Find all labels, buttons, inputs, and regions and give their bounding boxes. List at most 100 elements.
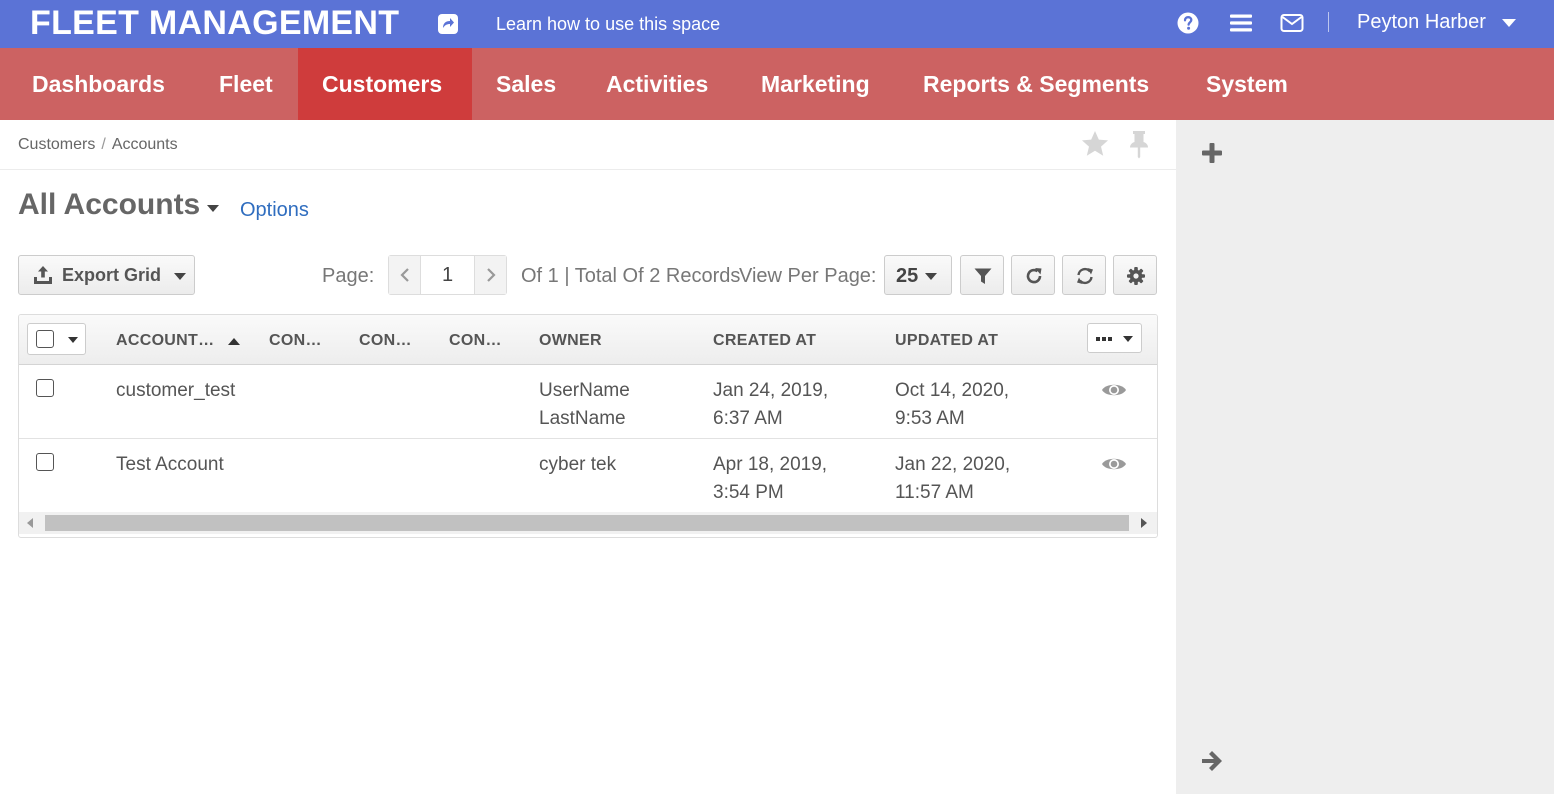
breadcrumb-customers[interactable]: Customers xyxy=(18,136,95,153)
caret-down-icon xyxy=(1123,336,1133,342)
chevron-right-icon xyxy=(487,268,496,282)
breadcrumb-divider xyxy=(0,169,1176,170)
filter-button[interactable] xyxy=(960,255,1004,295)
gear-icon xyxy=(1127,267,1145,285)
pagination xyxy=(388,255,507,295)
grid-header: ACCOUNT… CON… CON… CON… OWNER CREATED AT… xyxy=(19,315,1157,365)
created-date: Apr 18, 2019, xyxy=(713,454,828,475)
breadcrumb-accounts: Accounts xyxy=(111,136,178,153)
chevron-left-icon xyxy=(400,268,409,282)
page-title[interactable]: All Accounts xyxy=(18,188,200,222)
arrow-right-icon[interactable] xyxy=(1199,749,1225,773)
caret-down-icon[interactable] xyxy=(1502,19,1516,27)
created-time: 3:54 PM xyxy=(713,482,784,503)
reset-sync-icon xyxy=(1077,267,1093,285)
owner-second-line: LastName xyxy=(539,408,626,429)
nav-item-customers[interactable]: Customers xyxy=(298,48,472,120)
caret-down-icon xyxy=(174,273,186,280)
per-page-label: View Per Page: xyxy=(739,265,877,287)
nav-item-system[interactable]: System xyxy=(1182,48,1312,120)
nav-item-fleet[interactable]: Fleet xyxy=(195,48,297,120)
horizontal-scrollbar[interactable] xyxy=(19,512,1157,534)
top-header-bar: FLEET MANAGEMENT Learn how to use this s… xyxy=(0,0,1554,48)
created-time: 6:37 AM xyxy=(713,408,783,429)
next-page-button[interactable] xyxy=(474,256,506,294)
plus-icon[interactable] xyxy=(1200,141,1224,165)
caret-down-icon[interactable] xyxy=(207,205,219,212)
export-grid-button[interactable]: Export Grid xyxy=(18,255,195,295)
scrollbar-thumb[interactable] xyxy=(45,515,1129,531)
nav-item-reports-segments[interactable]: Reports & Segments xyxy=(899,48,1173,120)
cell-created-at: Apr 18, 2019, 3:54 PM xyxy=(713,451,827,507)
cell-updated-at: Oct 14, 2020, 9:53 AM xyxy=(895,377,1009,433)
column-header-account[interactable]: ACCOUNT… xyxy=(116,332,214,350)
updated-time: 9:53 AM xyxy=(895,408,965,429)
column-header-contact-2[interactable]: CON… xyxy=(359,332,412,350)
column-header-updated-at[interactable]: UPDATED AT xyxy=(895,332,998,350)
caret-down-icon[interactable] xyxy=(68,337,78,343)
user-menu[interactable]: Peyton Harber xyxy=(1357,11,1486,34)
export-grid-label: Export Grid xyxy=(62,265,162,285)
reset-button[interactable] xyxy=(1062,255,1106,295)
updated-date: Oct 14, 2020, xyxy=(895,380,1010,401)
nav-item-activities[interactable]: Activities xyxy=(582,48,732,120)
star-icon[interactable] xyxy=(1080,129,1110,159)
column-header-contact-1[interactable]: CON… xyxy=(269,332,322,350)
owner-first-line: cyber tek xyxy=(539,454,617,475)
nav-item-marketing[interactable]: Marketing xyxy=(737,48,894,120)
row-checkbox[interactable] xyxy=(36,453,54,471)
cell-owner: cyber tek xyxy=(539,451,616,479)
cell-account-name: Test Account xyxy=(116,454,224,475)
options-link[interactable]: Options xyxy=(240,199,309,222)
learn-space-link[interactable]: Learn how to use this space xyxy=(496,14,720,35)
refresh-button[interactable] xyxy=(1011,255,1055,295)
main-nav: Dashboards Fleet Customers Sales Activit… xyxy=(0,48,1554,120)
column-header-owner[interactable]: OWNER xyxy=(539,332,602,350)
share-square-icon[interactable] xyxy=(437,13,459,35)
breadcrumb-separator: / xyxy=(101,136,106,153)
accounts-grid: ACCOUNT… CON… CON… CON… OWNER CREATED AT… xyxy=(18,314,1158,538)
mass-select-dropdown[interactable] xyxy=(27,323,86,355)
ellipsis-icon xyxy=(1096,337,1112,341)
upload-icon xyxy=(34,266,52,284)
scroll-left-arrow-icon[interactable] xyxy=(27,518,33,528)
table-row[interactable]: Test Account cyber tek Apr 18, 2019, 3:5… xyxy=(19,439,1157,513)
refresh-icon xyxy=(1026,268,1042,284)
cell-updated-at: Jan 22, 2020, 11:57 AM xyxy=(895,451,1010,507)
row-checkbox[interactable] xyxy=(36,379,54,397)
select-all-checkbox[interactable] xyxy=(36,330,54,348)
nav-item-sales[interactable]: Sales xyxy=(472,48,580,120)
column-header-created-at[interactable]: CREATED AT xyxy=(713,332,816,350)
cell-created-at: Jan 24, 2019, 6:37 AM xyxy=(713,377,828,433)
caret-down-icon xyxy=(925,273,937,280)
table-row[interactable]: customer_test UserName LastName Jan 24, … xyxy=(19,365,1157,439)
updated-time: 11:57 AM xyxy=(895,482,974,503)
page-number-input[interactable] xyxy=(421,256,474,294)
prev-page-button[interactable] xyxy=(389,256,421,294)
created-date: Jan 24, 2019, xyxy=(713,380,829,401)
records-summary: Of 1 | Total Of 2 Records xyxy=(521,265,741,287)
cell-owner: UserName LastName xyxy=(539,377,630,433)
eye-icon[interactable] xyxy=(1101,381,1127,399)
per-page-select[interactable]: 25 xyxy=(884,255,952,295)
grid-settings-button[interactable] xyxy=(1113,255,1157,295)
envelope-icon[interactable] xyxy=(1280,11,1304,35)
bars-icon[interactable] xyxy=(1229,11,1253,35)
filter-icon xyxy=(974,268,992,284)
column-header-contact-3[interactable]: CON… xyxy=(449,332,502,350)
pin-icon[interactable] xyxy=(1126,129,1152,159)
scroll-right-arrow-icon[interactable] xyxy=(1141,518,1147,528)
question-circle-icon[interactable] xyxy=(1176,11,1200,35)
page-label: Page: xyxy=(322,265,375,287)
header-divider xyxy=(1328,12,1329,32)
right-sidebar xyxy=(1176,120,1554,794)
sort-ascending-icon xyxy=(228,338,240,345)
column-manager-dropdown[interactable] xyxy=(1087,323,1142,353)
cell-account-name: customer_test xyxy=(116,380,236,401)
breadcrumb: Customers / Accounts xyxy=(18,136,178,154)
nav-item-dashboards[interactable]: Dashboards xyxy=(8,48,189,120)
per-page-value: 25 xyxy=(896,265,919,287)
owner-first-line: UserName xyxy=(539,380,630,401)
brand-logo[interactable]: FLEET MANAGEMENT xyxy=(30,4,399,43)
eye-icon[interactable] xyxy=(1101,455,1127,473)
